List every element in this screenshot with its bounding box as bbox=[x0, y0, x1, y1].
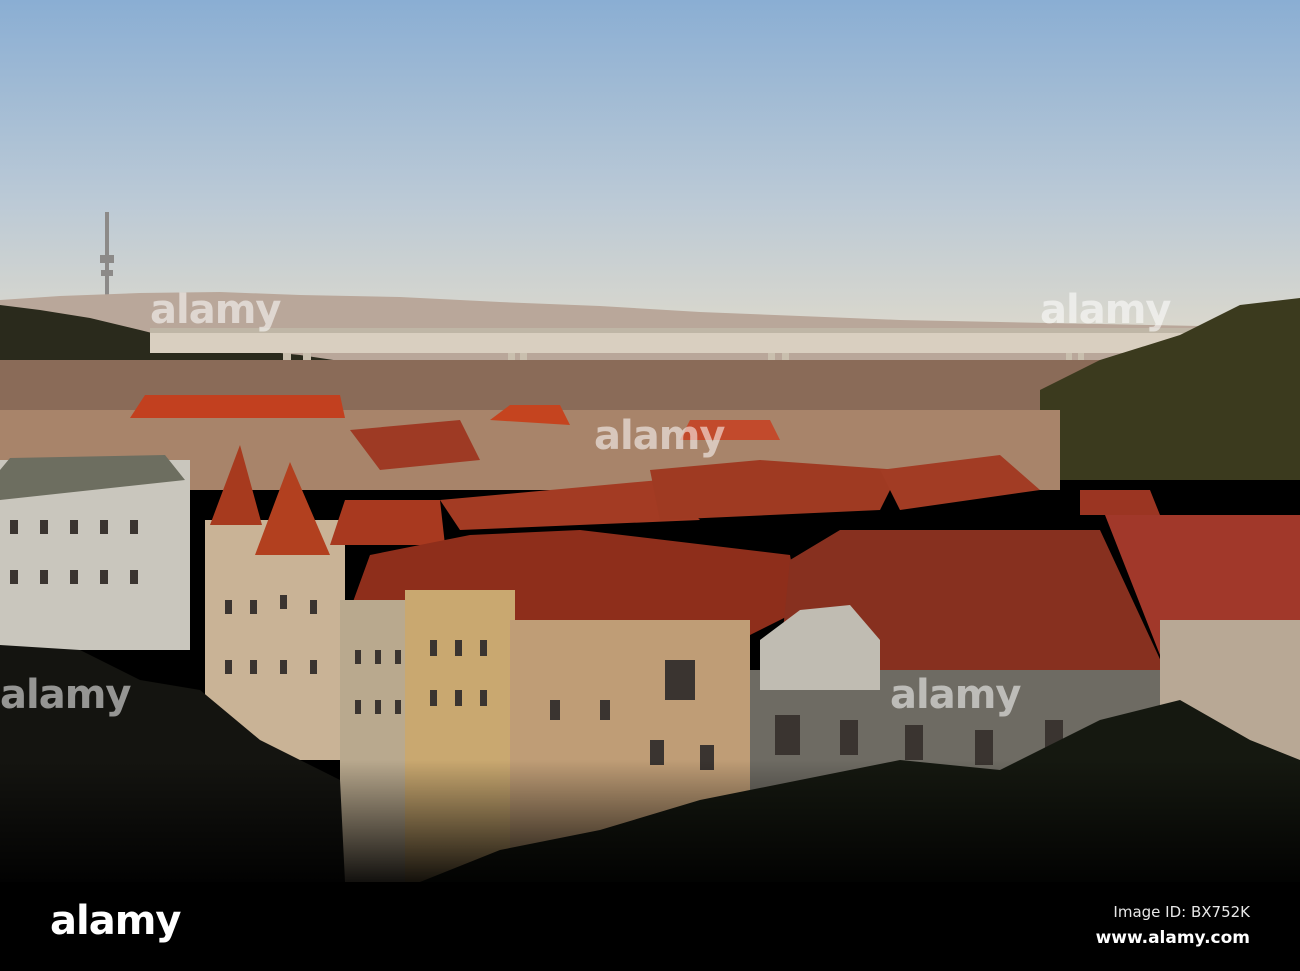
watermark-logo: alamy bbox=[890, 672, 1021, 718]
site-url: www.alamy.com bbox=[1095, 928, 1250, 948]
watermark-logo: alamy bbox=[150, 287, 281, 333]
footer-bar bbox=[0, 882, 1300, 971]
image-id: Image ID: BX752K bbox=[1113, 903, 1250, 921]
stock-photo: alamy alamy alamy alamy alamy alamy Imag… bbox=[0, 0, 1300, 971]
watermark-logo: alamy bbox=[594, 413, 725, 459]
left-white-building bbox=[0, 455, 190, 650]
watermark-logo: alamy bbox=[1040, 287, 1171, 333]
alamy-logo: alamy bbox=[50, 898, 181, 944]
watermark-logo: alamy bbox=[0, 672, 131, 718]
